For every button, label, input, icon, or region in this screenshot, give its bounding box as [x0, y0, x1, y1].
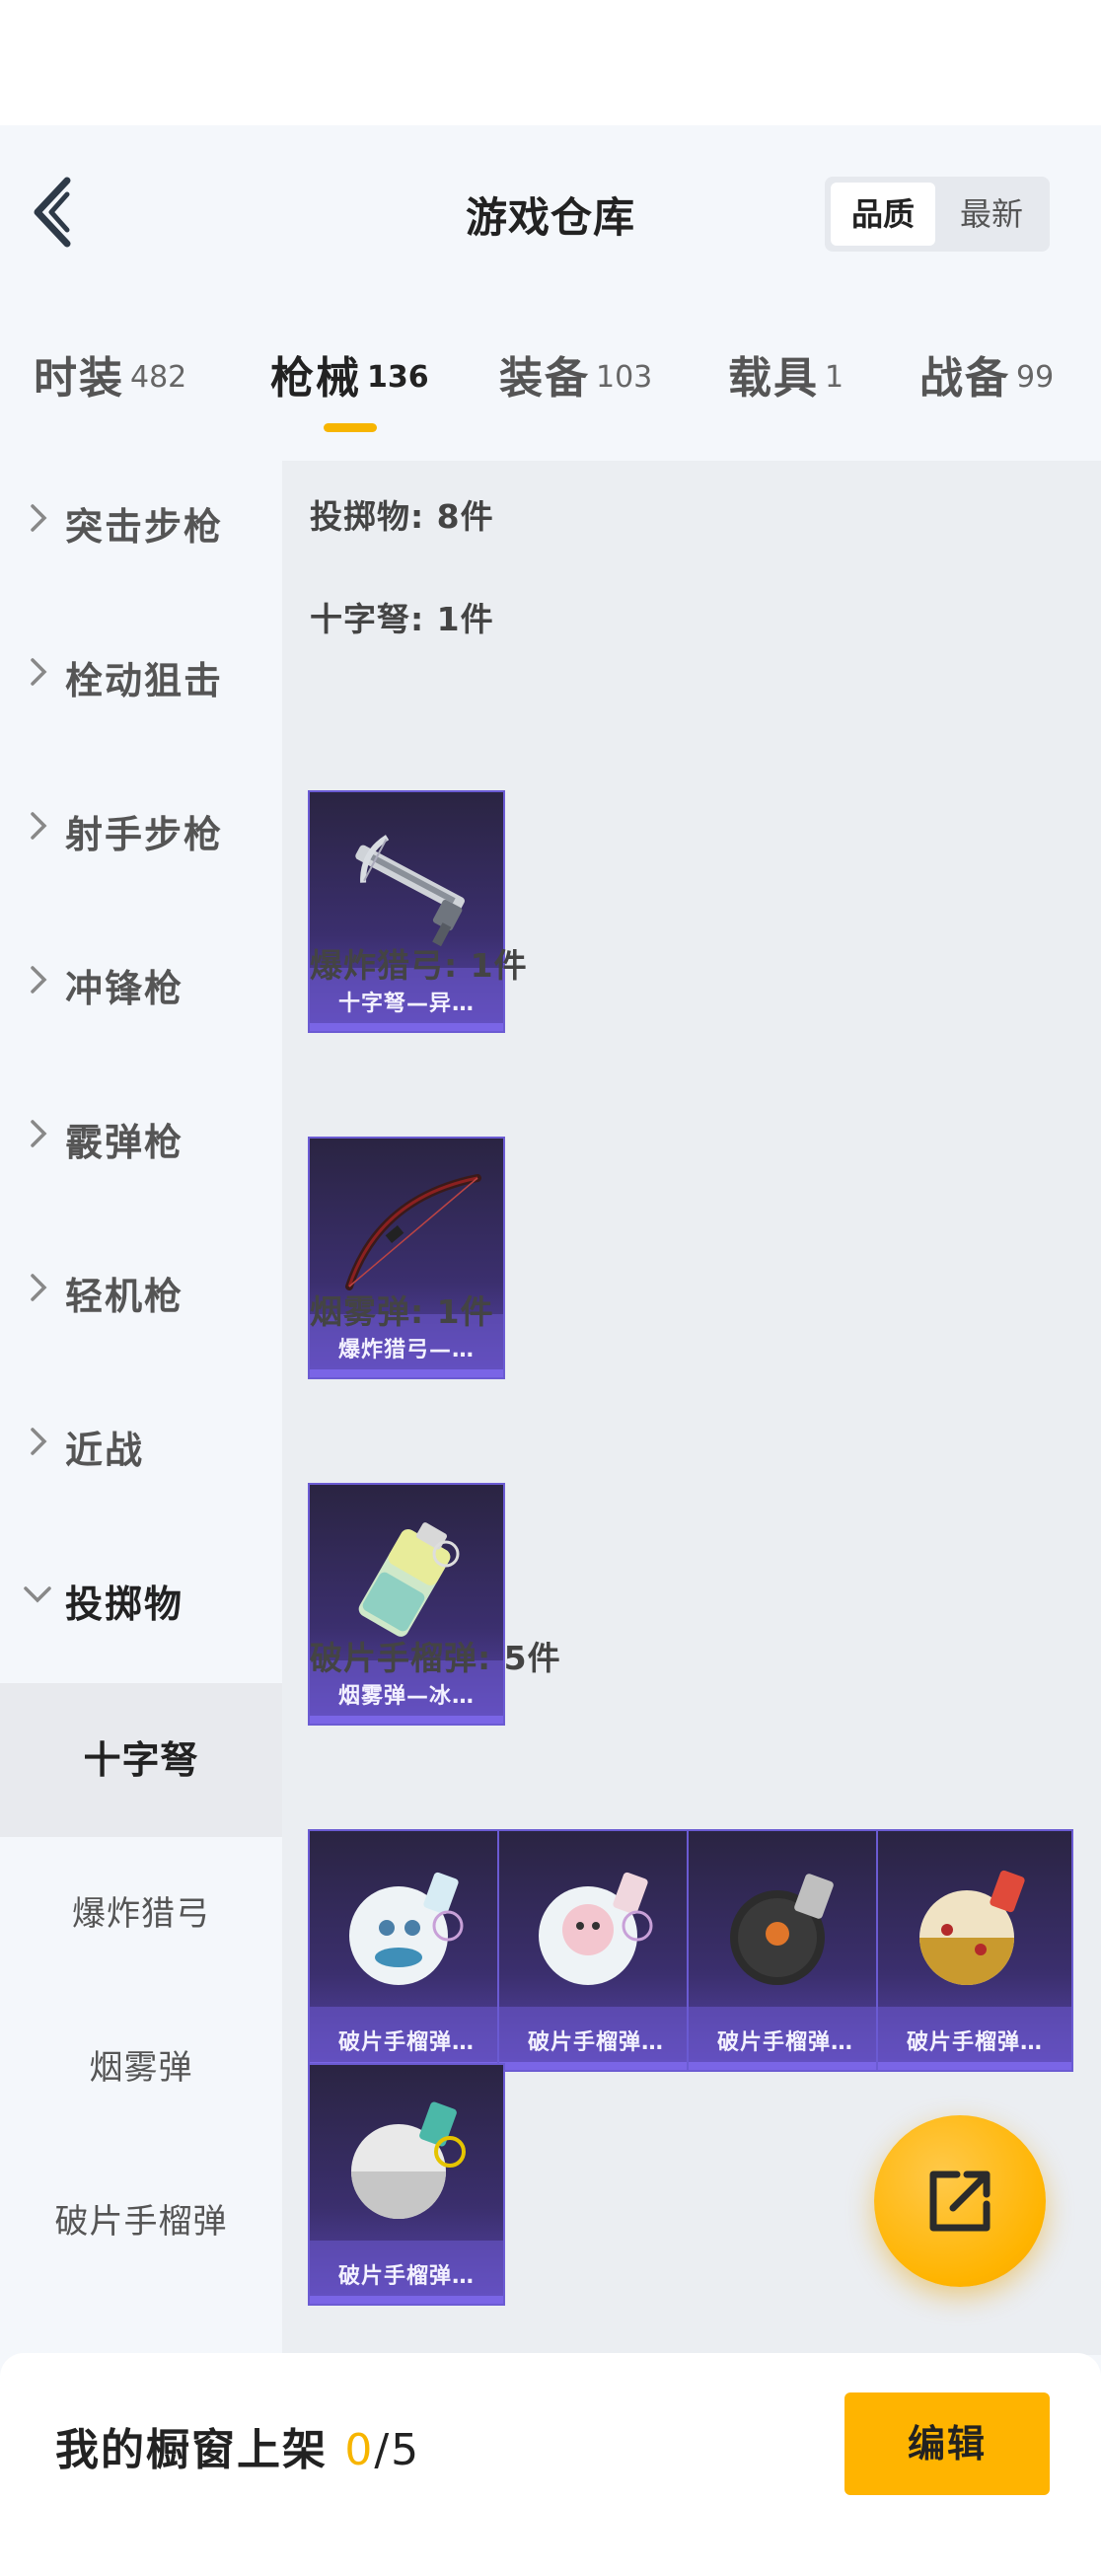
- sidebar-item-melee[interactable]: 近战: [0, 1384, 282, 1503]
- section-title-frag-grenade: 破片手榴弹: 5件: [310, 1639, 561, 1677]
- sidebar-subitem-explosive-bow[interactable]: 爆炸猎弓: [0, 1837, 282, 1991]
- tab-label: 枪械: [270, 353, 361, 404]
- chevron-right-icon: [31, 966, 47, 994]
- sidebar-subitem-crossbow[interactable]: 十字弩: [0, 1683, 282, 1837]
- item-card-frag-grenade[interactable]: 破片手榴弹…: [687, 1829, 884, 2072]
- chevron-right-icon: [31, 1428, 47, 1455]
- header: 游戏仓库 品质 最新: [0, 125, 1101, 303]
- grenade-icon: [349, 1872, 464, 1985]
- tab-fashion[interactable]: 时装 482: [34, 342, 186, 461]
- item-card-label: 爆炸猎弓—…: [337, 1338, 475, 1362]
- tab-count: 1: [825, 360, 844, 395]
- sidebar-item-smg[interactable]: 冲锋枪: [0, 922, 282, 1041]
- item-card-label: 破片手榴弹…: [527, 2030, 664, 2055]
- sidebar-subitem-label: 破片手榴弹: [54, 2202, 228, 2242]
- chevron-right-icon: [31, 1274, 47, 1301]
- tab-vehicles[interactable]: 载具 1: [728, 342, 844, 461]
- tab-label: 战备: [919, 353, 1010, 404]
- sidebar-item-bolt-sniper[interactable]: 栓动狙击: [0, 615, 282, 733]
- item-card-label: 烟雾弹—冰…: [337, 1684, 475, 1709]
- sidebar-item-throwables[interactable]: 投掷物: [0, 1538, 282, 1656]
- item-card-frag-grenade[interactable]: 破片手榴弹…: [308, 2063, 505, 2306]
- quality-bar: [310, 1023, 503, 1031]
- item-card-smoke-grenade[interactable]: 烟雾弹—冰…: [308, 1483, 505, 1726]
- edit-button[interactable]: 编辑: [844, 2392, 1050, 2495]
- grenade-icon: [919, 1870, 1025, 1985]
- tab-count: 99: [1016, 360, 1055, 395]
- sidebar-item-label: 冲锋枪: [65, 967, 184, 1010]
- tab-label: 载具: [728, 353, 819, 404]
- sidebar-item-label: 栓动狙击: [65, 659, 224, 702]
- tab-supplies[interactable]: 战备 99: [919, 342, 1054, 461]
- sidebar-item-shotgun[interactable]: 霰弹枪: [0, 1076, 282, 1195]
- sidebar-item-assault-rifle[interactable]: 突击步枪: [0, 461, 282, 579]
- item-card-label: 破片手榴弹…: [716, 2030, 853, 2055]
- sidebar-subitem-smoke-grenade[interactable]: 烟雾弹: [0, 1991, 282, 2145]
- sidebar-subitem-label: 爆炸猎弓: [72, 1894, 210, 1934]
- item-grid-panel: 投掷物: 8件 十字弩: 1件 十字弩—异… 爆炸猎弓: 1件 爆炸猎弓—… 烟…: [282, 461, 1101, 2355]
- category-summary: 投掷物: 8件: [310, 497, 494, 536]
- item-card-frag-grenade[interactable]: 破片手榴弹…: [308, 1829, 505, 2072]
- sidebar-subitem-label: 烟雾弹: [89, 2048, 193, 2088]
- item-card-label: 破片手榴弹…: [337, 2264, 475, 2289]
- chevron-right-icon: [31, 658, 47, 686]
- grenade-icon: [351, 2101, 466, 2219]
- sort-quality-option[interactable]: 品质: [831, 183, 935, 246]
- grenade-icon: [539, 1872, 653, 1985]
- tab-weapons[interactable]: 枪械 136: [270, 342, 429, 461]
- item-card-frag-grenade[interactable]: 破片手榴弹…: [876, 1829, 1073, 2072]
- tab-equipment[interactable]: 装备 103: [499, 342, 652, 461]
- section-title-smoke-grenade: 烟雾弹: 1件: [310, 1292, 494, 1331]
- sort-newest-option[interactable]: 最新: [939, 183, 1044, 246]
- tab-label: 时装: [34, 353, 124, 404]
- grenade-icon: [730, 1874, 834, 1985]
- item-card-frag-grenade[interactable]: 破片手榴弹…: [497, 1829, 695, 2072]
- sidebar-item-label: 霰弹枪: [65, 1121, 184, 1164]
- sidebar-item-label: 射手步枪: [65, 813, 224, 856]
- category-tabs: 时装 482 枪械 136 装备 103 载具 1 战备 99: [0, 342, 1101, 461]
- sidebar-item-lmg[interactable]: 轻机枪: [0, 1230, 282, 1349]
- tab-label: 装备: [499, 353, 590, 404]
- sidebar-item-label: 突击步枪: [65, 505, 224, 549]
- sidebar-subitem-frag-grenade[interactable]: 破片手榴弹: [0, 2145, 282, 2299]
- item-card-crossbow[interactable]: 十字弩—异…: [308, 790, 505, 1033]
- external-link-icon: [929, 2171, 991, 2232]
- item-card-explosive-bow[interactable]: 爆炸猎弓—…: [308, 1137, 505, 1379]
- item-card-label: 破片手榴弹…: [337, 2030, 475, 2055]
- item-card-label: 破片手榴弹…: [906, 2030, 1043, 2055]
- quality-bar: [310, 2296, 503, 2304]
- chevron-down-icon: [24, 1586, 51, 1603]
- sidebar-item-label: 轻机枪: [65, 1275, 184, 1318]
- sidebar-subitem-label: 十字弩: [83, 1738, 199, 1782]
- tab-count: 103: [596, 360, 653, 395]
- status-bar: [0, 0, 1101, 125]
- warehouse-page: 游戏仓库 品质 最新 时装 482 枪械 136 装备 103 载具 1 战备 99 突击…: [0, 125, 1101, 2576]
- sidebar-item-label: 近战: [65, 1429, 145, 1472]
- quality-bar: [689, 2062, 882, 2070]
- quality-bar: [310, 1369, 503, 1377]
- chevron-right-icon: [31, 1120, 47, 1147]
- sidebar-item-label: 投掷物: [65, 1582, 184, 1626]
- quality-bar: [310, 1716, 503, 1724]
- chevron-right-icon: [31, 812, 47, 840]
- quality-bar: [878, 2062, 1071, 2070]
- sort-toggle: 品质 最新: [825, 177, 1050, 252]
- sidebar-item-marksman-rifle[interactable]: 射手步枪: [0, 769, 282, 887]
- item-card-label: 十字弩—异…: [337, 992, 475, 1016]
- tab-count: 136: [367, 360, 429, 395]
- share-button[interactable]: [874, 2115, 1046, 2287]
- chevron-right-icon: [31, 504, 47, 532]
- category-sidebar: 突击步枪 栓动狙击 射手步枪 冲锋枪 霰弹枪 轻机枪 近战 投掷物 十字弩 爆炸…: [0, 461, 282, 2355]
- showcase-label: 我的橱窗上架 0/5: [55, 2414, 420, 2477]
- section-title-crossbow: 十字弩: 1件: [310, 600, 494, 638]
- showcase-bar: 我的橱窗上架 0/5 编辑: [0, 2353, 1101, 2576]
- active-tab-indicator: [324, 423, 377, 432]
- quality-bar: [499, 2062, 693, 2070]
- tab-count: 482: [130, 360, 187, 395]
- section-title-explosive-bow: 爆炸猎弓: 1件: [310, 946, 528, 985]
